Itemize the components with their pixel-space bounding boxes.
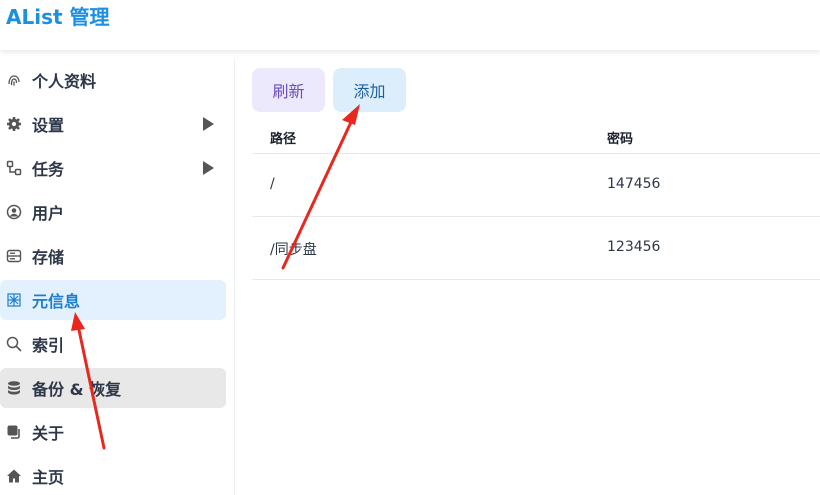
sidebar-item-profile[interactable]: 个人资料 [0, 60, 226, 100]
path-cell: /同步盘 [270, 242, 317, 258]
sidebar-item-about[interactable]: 关于 [0, 412, 226, 452]
sidebar-item-label: 设置 [32, 116, 65, 135]
sidebar-item-index[interactable]: 索引 [0, 324, 226, 364]
sidebar-item-meta[interactable]: 元信息 [0, 280, 226, 320]
path-cell: / [270, 176, 275, 192]
sidebar-item-label: 用户 [32, 204, 65, 223]
sidebar-item-label: 存储 [32, 248, 65, 267]
column-header-path: 路径 [270, 132, 297, 147]
sidebar-item-label: 备份 & 恢复 [32, 380, 122, 399]
sidebar-item-storage[interactable]: 存储 [0, 236, 226, 276]
gear-icon [6, 116, 22, 132]
header-bar: AList 管理 [0, 0, 820, 50]
storage-icon [6, 248, 22, 264]
app-window: AList 管理 个人资料 设置 任务 用户 存储 元信息 索引 备份 & 恢复… [0, 0, 820, 495]
user-circle-icon [6, 204, 22, 220]
caret-right-icon[interactable] [203, 161, 214, 175]
add-button[interactable]: 添加 [333, 68, 406, 112]
sidebar-item-label: 元信息 [32, 292, 81, 311]
meta-icon [6, 292, 22, 308]
caret-right-icon[interactable] [203, 117, 214, 131]
meta-table: 路径 密码 / 147456 /同步盘 123456 [252, 120, 820, 280]
tasks-icon [6, 160, 22, 176]
table-row[interactable]: /同步盘 123456 [252, 217, 820, 280]
home-icon [6, 468, 22, 484]
sidebar-item-label: 索引 [32, 336, 65, 355]
sidebar-item-settings[interactable]: 设置 [0, 104, 226, 144]
sidebar-item-label: 关于 [32, 424, 65, 443]
copy-icon [6, 424, 22, 440]
sidebar-item-backup[interactable]: 备份 & 恢复 [0, 368, 226, 408]
sidebar-item-tasks[interactable]: 任务 [0, 148, 226, 188]
fingerprint-icon [6, 72, 22, 88]
password-cell: 147456 [607, 176, 661, 192]
table-row[interactable]: / 147456 [252, 154, 820, 217]
refresh-button[interactable]: 刷新 [252, 68, 325, 112]
password-cell: 123456 [607, 239, 661, 255]
sidebar-item-label: 主页 [32, 468, 65, 487]
database-icon [6, 380, 22, 396]
app-title[interactable]: AList 管理 [6, 4, 110, 30]
column-header-password: 密码 [607, 132, 634, 147]
sidebar-item-home[interactable]: 主页 [0, 456, 226, 495]
search-icon [6, 336, 22, 352]
table-header-row: 路径 密码 [252, 120, 820, 154]
sidebar-item-users[interactable]: 用户 [0, 192, 226, 232]
sidebar-item-label: 个人资料 [32, 72, 97, 91]
sidebar-item-label: 任务 [32, 160, 65, 179]
sidebar: 个人资料 设置 任务 用户 存储 元信息 索引 备份 & 恢复 关于 主页 [0, 58, 235, 495]
